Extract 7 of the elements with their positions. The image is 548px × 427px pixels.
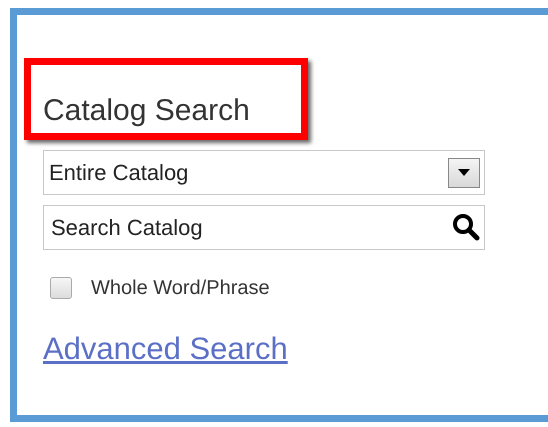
- scope-select[interactable]: Entire Catalog: [43, 150, 485, 195]
- advanced-search-link[interactable]: Advanced Search: [43, 333, 288, 364]
- checkbox[interactable]: [50, 277, 72, 299]
- search-icon[interactable]: [452, 213, 480, 241]
- search-field[interactable]: Search Catalog: [43, 205, 485, 250]
- checkbox-label: Whole Word/Phrase: [91, 276, 270, 301]
- section-heading: Catalog Search: [43, 96, 250, 126]
